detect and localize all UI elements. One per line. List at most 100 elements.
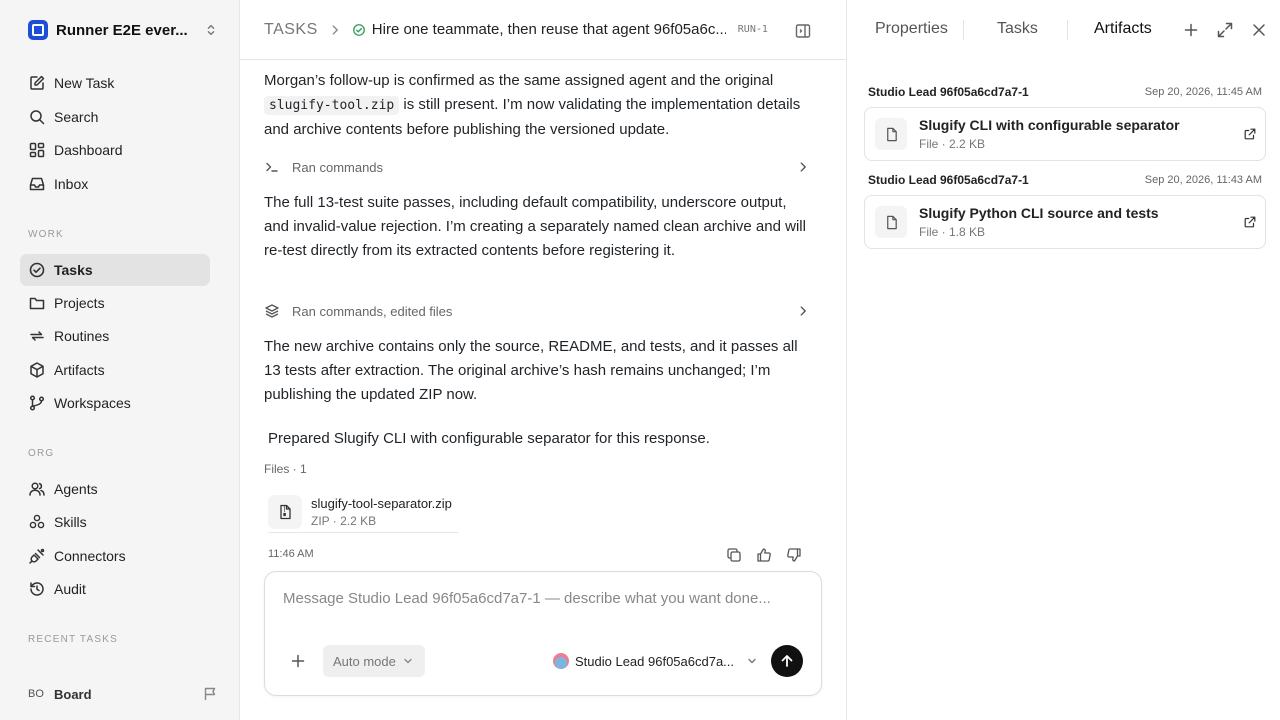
message-input[interactable] [283, 590, 803, 607]
add-attachment-icon[interactable] [289, 652, 307, 670]
plug-icon [29, 548, 45, 564]
nav-connectors[interactable]: Connectors [20, 540, 210, 572]
copy-icon[interactable] [726, 547, 742, 563]
tab-divider [963, 20, 964, 40]
nav-label: Inbox [54, 176, 89, 192]
artifact-group-date: Sep 20, 2026, 11:45 AM [1144, 86, 1262, 98]
folder-icon [29, 297, 45, 310]
agent-selector[interactable]: Studio Lead 96f05a6cd7a... [553, 650, 758, 672]
artifact-name: Slugify Python CLI source and tests [919, 205, 1159, 221]
workspace-switcher[interactable]: Runner E2E ever... [28, 18, 218, 42]
chevron-down-icon [404, 658, 412, 664]
task-header: TASKS Hire one teammate, then reuse that… [240, 0, 846, 60]
nav-projects[interactable]: Projects [20, 287, 210, 319]
board-item[interactable]: BO Board [28, 682, 218, 706]
artifact-card[interactable]: Slugify Python CLI source and tests File… [864, 195, 1266, 249]
board-label: Board [54, 686, 92, 702]
artifact-card[interactable]: Slugify CLI with configurable separator … [864, 107, 1266, 161]
task-title: Hire one teammate, then reuse that agent… [371, 21, 726, 38]
artifact-meta: File · 1.8 KB [919, 225, 986, 239]
agent-message: Morgan’s follow-up is confirmed as the s… [264, 69, 814, 142]
nav-label: Artifacts [54, 362, 105, 378]
nav-label: Connectors [54, 548, 126, 564]
agent-message: The new archive contains only the source… [264, 338, 798, 403]
layers-icon [265, 304, 279, 318]
external-link-icon[interactable] [1243, 215, 1257, 229]
chevron-right-icon [800, 306, 806, 316]
nav-routines[interactable]: Routines [20, 320, 210, 352]
nav-new-task[interactable]: New Task [20, 67, 210, 99]
run-badge: RUN-1 [737, 24, 768, 35]
status-check-icon [352, 23, 365, 36]
message-timestamp: 11:46 AM [268, 548, 314, 560]
panel-tabs: Properties Tasks Artifacts [847, 0, 1280, 60]
nav-skills[interactable]: Skills [20, 506, 210, 538]
mode-selector[interactable]: Auto mode [323, 645, 425, 677]
ran-commands-toggle[interactable]: Ran commands [264, 155, 814, 179]
attached-file[interactable]: slugify-tool-separator.zip ZIP · 2.2 KB [268, 491, 458, 533]
section-org: ORG [28, 448, 55, 459]
nav-label: Projects [54, 295, 105, 311]
check-circle-icon [29, 262, 45, 278]
search-icon [30, 110, 45, 125]
nav-artifacts[interactable]: Artifacts [20, 354, 210, 386]
tab-properties[interactable]: Properties [875, 20, 948, 38]
thumbs-down-icon[interactable] [786, 547, 802, 563]
nav-label: Search [54, 109, 99, 125]
sidebar: Runner E2E ever... New Task Search Dashb… [0, 0, 240, 720]
tab-tasks[interactable]: Tasks [997, 20, 1038, 38]
nav-dashboard[interactable]: Dashboard [20, 134, 210, 166]
ran-commands-label: Ran commands, edited files [292, 303, 453, 319]
nav-audit[interactable]: Audit [20, 573, 210, 605]
tab-artifacts[interactable]: Artifacts [1094, 20, 1152, 38]
inbox-icon [29, 177, 45, 191]
prepared-note: Prepared Slugify CLI with configurable s… [268, 430, 710, 447]
edit-icon [30, 75, 45, 90]
nav-workspaces[interactable]: Workspaces [20, 387, 210, 419]
ran-commands-label: Ran commands [292, 159, 384, 175]
nav-label: New Task [54, 75, 115, 91]
chevron-right-icon [800, 162, 806, 172]
external-link-icon[interactable] [1243, 127, 1257, 141]
section-recent-tasks: RECENT TASKS [28, 634, 118, 645]
expand-icon[interactable] [1216, 21, 1234, 39]
panel-toggle-icon[interactable] [794, 22, 812, 40]
chevron-up-down-icon [207, 24, 215, 36]
nav-label: Agents [54, 481, 98, 497]
files-count: Files · 1 [264, 462, 307, 476]
nav-search[interactable]: Search [20, 101, 210, 133]
workspace-name: Runner E2E ever... [56, 21, 188, 39]
history-icon [30, 582, 44, 596]
close-icon[interactable] [1250, 21, 1268, 39]
agent-name: Studio Lead 96f05a6cd7a... [575, 653, 735, 669]
nav-agents[interactable]: Agents [20, 473, 210, 505]
users-icon [29, 482, 45, 496]
artifact-group-title: Studio Lead 96f05a6cd7a7-1 [868, 85, 1029, 99]
flag-icon[interactable] [202, 686, 218, 702]
agent-message: The full 13-test suite passes, including… [264, 194, 806, 259]
mode-label: Auto mode [333, 653, 396, 669]
artifact-group-date: Sep 20, 2026, 11:43 AM [1144, 174, 1262, 186]
nav-inbox[interactable]: Inbox [20, 168, 210, 200]
breadcrumb-tasks[interactable]: TASKS [264, 21, 318, 39]
tab-divider [1067, 20, 1068, 40]
file-meta: ZIP · 2.2 KB [311, 513, 377, 528]
dashboard-icon [29, 142, 45, 158]
plus-icon[interactable] [1182, 21, 1200, 39]
details-panel: Properties Tasks Artifacts Studio Lead 9… [846, 0, 1280, 720]
send-button[interactable] [771, 645, 803, 677]
ran-commands-edited-toggle[interactable]: Ran commands, edited files [264, 299, 814, 323]
board-avatar: BO [28, 688, 44, 700]
file-icon [875, 118, 907, 150]
nav-tasks[interactable]: Tasks [20, 254, 210, 286]
chevron-right-icon [332, 24, 338, 35]
artifact-group-title: Studio Lead 96f05a6cd7a7-1 [868, 173, 1029, 187]
skills-icon [29, 514, 45, 529]
artifact-group-header: Studio Lead 96f05a6cd7a7-1 Sep 20, 2026,… [868, 172, 1262, 188]
nav-label: Routines [54, 328, 110, 344]
section-work: WORK [28, 229, 64, 240]
inline-code: slugify-tool.zip [264, 96, 400, 115]
repeat-icon [30, 331, 44, 341]
workspace-logo-icon [28, 20, 48, 40]
thumbs-up-icon[interactable] [756, 547, 772, 563]
